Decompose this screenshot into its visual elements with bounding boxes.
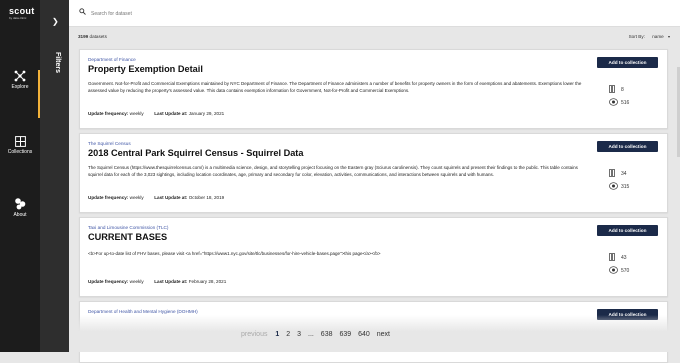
search-bar (69, 0, 680, 27)
dataset-publisher[interactable]: Department of Finance (88, 57, 136, 62)
search-icon (79, 8, 86, 15)
columns-icon (609, 85, 615, 93)
dataset-publisher[interactable]: Department of Health and Mental Hygiene … (88, 309, 198, 314)
view-count-value: 315 (621, 184, 630, 190)
add-to-collection-button[interactable]: Add to collection (597, 57, 658, 68)
page-link[interactable]: 640 (358, 331, 370, 338)
dataset-count: 3199 datasets (78, 34, 107, 39)
search-input[interactable] (89, 6, 393, 22)
dataset-card[interactable]: Taxi and Limousine Commission (TLC) CURR… (79, 217, 668, 297)
app-tagline: by data clinic (9, 16, 27, 20)
filters-panel[interactable]: ❯ Filters (40, 0, 69, 352)
column-count-value: 43 (621, 255, 627, 261)
views-icon (609, 98, 618, 106)
dataset-title[interactable]: Property Exemption Detail (88, 64, 203, 74)
sidebar: scout by data clinic Explore Collections… (0, 0, 40, 352)
frequency-value: weekly (129, 195, 144, 200)
dataset-card[interactable]: The Squirrel Census 2018 Central Park Sq… (79, 133, 668, 213)
collections-icon (14, 136, 26, 147)
nav-explore-label: Explore (11, 84, 29, 90)
page-link[interactable]: 2 (286, 331, 290, 338)
dataset-publisher[interactable]: Taxi and Limousine Commission (TLC) (88, 225, 169, 230)
columns-icon (609, 253, 615, 261)
page-link[interactable]: 3 (297, 331, 301, 338)
dataset-meta: Update frequency: weekly Last Update at:… (88, 195, 224, 200)
pagination-ellipsis: ... (308, 331, 314, 338)
dataset-title[interactable]: CURRENT BASES (88, 232, 167, 242)
view-count-value: 516 (621, 100, 630, 106)
nav-about[interactable]: About (0, 197, 40, 218)
frequency-value: weekly (129, 279, 144, 284)
frequency-label: Update frequency: (88, 279, 129, 284)
results-panel: 3199 datasets Sort By: name ▾ Department… (69, 27, 680, 363)
nav-collections[interactable]: Collections (0, 136, 40, 155)
add-to-collection-button[interactable]: Add to collection (597, 141, 658, 152)
last-update-label: Last Update at: (154, 279, 188, 284)
column-count-value: 34 (621, 171, 627, 177)
dataset-meta: Update frequency: weekly Last Update at:… (88, 279, 226, 284)
last-update-label: Last Update at: (154, 195, 188, 200)
frequency-label: Update frequency: (88, 195, 129, 200)
dataset-card[interactable]: Department of Finance Property Exemption… (79, 49, 668, 129)
app-name: scout (9, 6, 35, 16)
chevron-down-icon: ▾ (667, 34, 670, 39)
nav-about-label: About (13, 212, 27, 218)
sort-label: Sort By: (628, 34, 645, 39)
pagination-next[interactable]: next (377, 331, 390, 338)
page-link[interactable]: 1 (275, 331, 279, 338)
dataset-description: <b>For up-to-date list of FHV bases, ple… (88, 251, 381, 256)
dataset-description: The Squirrel Census (https://www.thesqui… (88, 165, 578, 177)
dataset-count-number: 3199 (78, 34, 89, 39)
dataset-count-suffix: datasets (89, 34, 107, 39)
dataset-description: Government. Not-for-Profit and Commercia… (88, 81, 582, 93)
dataset-meta: Update frequency: weekly Last Update at:… (88, 111, 224, 116)
frequency-value: weekly (129, 111, 144, 116)
add-to-collection-button[interactable]: Add to collection (597, 225, 658, 236)
column-count-value: 8 (621, 87, 624, 93)
views-icon (609, 266, 618, 274)
about-icon (14, 198, 25, 210)
chevron-right-icon[interactable]: ❯ (52, 17, 59, 26)
dataset-title[interactable]: 2018 Central Park Squirrel Census - Squi… (88, 148, 303, 158)
app-logo[interactable]: scout by data clinic (9, 6, 35, 20)
nav-explore[interactable]: Explore (0, 70, 40, 100)
view-count-value: 570 (621, 268, 630, 274)
explore-icon (14, 70, 26, 82)
last-update-value: January 29, 2021 (188, 111, 225, 116)
nav-collections-label: Collections (7, 149, 33, 155)
dataset-publisher[interactable]: The Squirrel Census (88, 141, 131, 146)
filters-label: Filters (54, 52, 61, 74)
columns-icon (609, 169, 615, 177)
sort-control[interactable]: Sort By: name ▾ (629, 34, 670, 39)
last-update-value: February 28, 2021 (188, 279, 227, 284)
frequency-label: Update frequency: (88, 111, 129, 116)
page-link[interactable]: 639 (339, 331, 351, 338)
page-link[interactable]: 638 (321, 331, 333, 338)
pagination-previous[interactable]: previous (241, 331, 267, 338)
pagination: previous 1 2 3 ... 638 639 640 next (241, 331, 441, 343)
last-update-label: Last Update at: (154, 111, 188, 116)
views-icon (609, 182, 618, 190)
sort-select[interactable]: name (652, 34, 664, 39)
last-update-value: October 18, 2019 (188, 195, 225, 200)
